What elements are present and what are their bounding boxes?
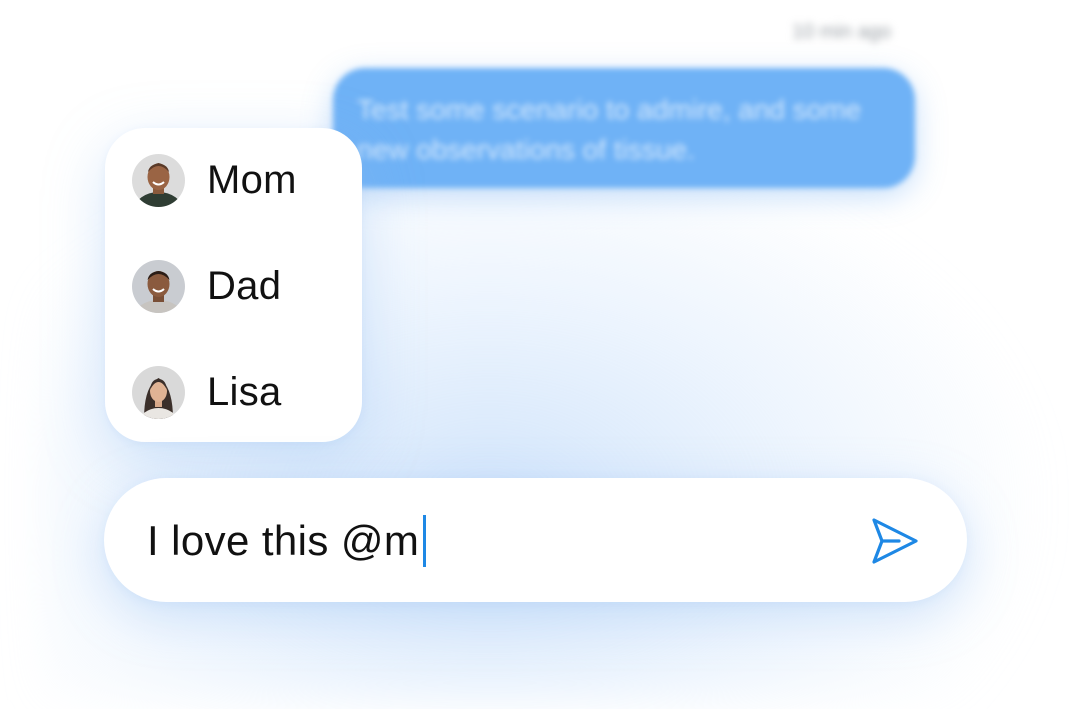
mention-item-mom[interactable]: Mom — [132, 153, 297, 207]
mention-item-lisa[interactable]: Lisa — [132, 365, 282, 419]
message-input[interactable]: I love this @m — [147, 515, 427, 567]
message-composer: I love this @m — [104, 478, 967, 602]
text-caret — [423, 515, 427, 567]
message-bubble: Test some scenario to admire, and some n… — [333, 68, 915, 188]
avatar-mom — [132, 153, 185, 207]
message-input-text: I love this @m — [147, 517, 420, 564]
send-icon — [872, 518, 918, 564]
message-timestamp: 10 min ago — [792, 21, 891, 43]
avatar-lisa — [132, 365, 185, 419]
mention-item-dad[interactable]: Dad — [132, 259, 281, 313]
message-text: Test some scenario to admire, and some n… — [357, 94, 862, 165]
mention-label: Lisa — [207, 369, 282, 414]
avatar-dad — [132, 259, 185, 313]
send-button[interactable] — [864, 511, 924, 571]
mention-suggestions: Mom Dad Lisa — [105, 128, 362, 442]
mention-label: Mom — [207, 157, 297, 202]
mention-label: Dad — [207, 263, 282, 308]
